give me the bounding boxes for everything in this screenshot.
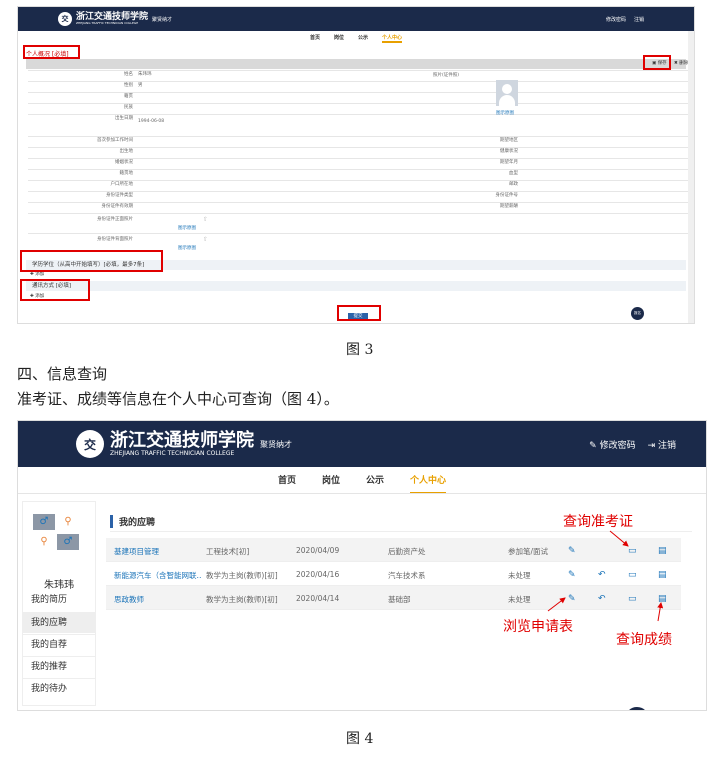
- view-application-icon[interactable]: ✎: [568, 594, 576, 604]
- school-name: 浙江交通技师学院: [110, 429, 254, 451]
- upload-icon[interactable]: ⇧: [203, 236, 208, 243]
- nav-home[interactable]: 首页: [310, 34, 320, 43]
- site-name: 聚贤纳才: [152, 16, 173, 23]
- section-paragraph: 准考证、成绩等信息在个人中心可查询（图 4）。: [17, 390, 339, 408]
- nav-posts[interactable]: 岗位: [322, 473, 340, 494]
- user-name: 朱玮玮: [44, 580, 74, 591]
- figure3-caption: 图 3: [346, 342, 374, 358]
- site-header: 交 浙江交通技师学院 ZHEJIANG TRAFFIC TECHNICIAN C…: [18, 421, 706, 467]
- personal-form: 姓名 朱玮玮 性别男 籍贯 民族 出生日期 1994-06-08 照片(证件照) 图…: [28, 70, 694, 251]
- form-row: 民族: [28, 103, 694, 114]
- section-heading: 四、信息查询: [17, 365, 108, 383]
- score-icon[interactable]: ▤: [658, 594, 667, 604]
- change-password-link[interactable]: 修改密码: [606, 16, 626, 23]
- post-link[interactable]: 思政教师: [114, 594, 144, 605]
- reply-icon[interactable]: ↶: [598, 594, 606, 604]
- school-name-en: ZHEJIANG TRAFFIC TECHNICIAN COLLEGE: [110, 449, 235, 457]
- form-row: 籍贯: [28, 92, 694, 103]
- score-icon[interactable]: ▤: [658, 570, 667, 580]
- table-row: 新能源汽车（含智能网联… 教学为主岗(教师)[初] 2020/04/16 汽车技…: [106, 562, 681, 586]
- scrollbar[interactable]: [688, 31, 694, 323]
- search-icon: ⚲: [57, 514, 79, 530]
- school-logo: 交: [58, 12, 72, 26]
- site-header: 交 浙江交通技师学院 ZHEJIANG TRAFFIC TECHNICIAN C…: [18, 7, 694, 31]
- section-contact-title: 通讯方式 [必填]: [26, 281, 686, 291]
- nav-home[interactable]: 首页: [278, 473, 296, 494]
- highlight-edu: [20, 250, 163, 272]
- highlight-save: [643, 55, 671, 70]
- id-back-view-link[interactable]: 图示原图: [178, 245, 196, 251]
- floating-button[interactable]: [625, 707, 649, 710]
- form-row: 首次参加工作时间 期望地区: [28, 136, 694, 147]
- form-row: 婚姻状况 期望年月: [28, 158, 694, 169]
- view-application-icon[interactable]: ✎: [568, 570, 576, 580]
- sidebar: ♂ ⚲ ⚲ ♂ 朱玮玮 我的简历 我的应聘 我的自荐 我的推荐 我的待办: [22, 501, 96, 706]
- main-nav: 首页 岗位 公示 个人中心: [18, 473, 706, 494]
- highlight-submit: [337, 305, 381, 321]
- sidebar-item-recommend[interactable]: 我的推荐: [23, 656, 95, 677]
- form-row: 姓名 朱玮玮: [28, 70, 694, 81]
- delete-button[interactable]: ✖ 删除: [674, 60, 688, 66]
- signup-badge[interactable]: 报名: [631, 307, 644, 320]
- form-row: 出生地 健康状况: [28, 147, 694, 158]
- upload-icon[interactable]: ⇧: [203, 216, 208, 223]
- form-row: 籍贯地 血型: [28, 169, 694, 180]
- photo-label: 照片(证件照): [433, 73, 460, 78]
- form-row: 出生日期 1994-06-08: [28, 114, 694, 136]
- admission-ticket-icon[interactable]: ▭: [628, 570, 637, 580]
- annotation-application: 浏览申请表: [503, 619, 573, 635]
- avatar: ♂ ⚲ ⚲ ♂: [33, 514, 87, 550]
- photo-placeholder[interactable]: [496, 80, 518, 106]
- nav-personal-center[interactable]: 个人中心: [410, 473, 447, 494]
- form-row: 身份证件正面照片 ⇧ 图示原图: [28, 213, 694, 233]
- section-title: 我的应聘: [110, 515, 155, 528]
- form-row: 身份证件类型 身份证件号: [28, 191, 694, 202]
- reply-icon[interactable]: ↶: [598, 570, 606, 580]
- sidebar-item-todo[interactable]: 我的待办: [23, 678, 95, 699]
- annotation-score: 查询成绩: [616, 632, 672, 648]
- admission-ticket-icon[interactable]: ▭: [628, 594, 637, 604]
- school-name-en: ZHEJIANG TRAFFIC TECHNICIAN COLLEGE: [76, 21, 139, 25]
- main-nav: 首页 岗位 公示 个人中心: [18, 34, 694, 43]
- sidebar-item-self-recommend[interactable]: 我的自荐: [23, 634, 95, 655]
- annotation-admission: 查询准考证: [563, 514, 633, 530]
- school-logo: 交: [76, 430, 104, 458]
- nav-notice[interactable]: 公示: [358, 34, 368, 43]
- male-icon: ♂: [57, 534, 79, 550]
- highlight-contact: [20, 279, 90, 301]
- logout-link[interactable]: ⇥ 注销: [648, 438, 676, 451]
- nav-notice[interactable]: 公示: [366, 473, 384, 494]
- sidebar-item-applications[interactable]: 我的应聘: [23, 612, 95, 633]
- highlight-personal: [23, 45, 80, 59]
- change-password-link[interactable]: ✎ 修改密码: [589, 438, 635, 451]
- nav-posts[interactable]: 岗位: [334, 34, 344, 43]
- form-row: 户口所在地 邮政: [28, 180, 694, 191]
- sidebar-item-resume[interactable]: 我的简历: [23, 590, 95, 611]
- site-name: 聚贤纳才: [260, 439, 292, 449]
- post-link[interactable]: 新能源汽车（含智能网联…: [114, 570, 202, 581]
- figure3-screenshot: 交 浙江交通技师学院 ZHEJIANG TRAFFIC TECHNICIAN C…: [17, 6, 695, 324]
- view-application-icon[interactable]: ✎: [568, 546, 576, 556]
- photo-view-link[interactable]: 图示原图: [496, 110, 514, 116]
- header-actions: 修改密码 注销: [606, 16, 644, 23]
- male-icon: ♂: [33, 514, 55, 530]
- nav-divider: [18, 493, 706, 494]
- table-row: 思政教师 教学为主岗(教师)[初] 2020/04/14 基础部 未处理 ✎ ↶…: [106, 586, 681, 610]
- section-divider: [110, 531, 692, 532]
- nav-personal-center[interactable]: 个人中心: [382, 34, 403, 43]
- id-front-view-link[interactable]: 图示原图: [178, 225, 196, 231]
- form-row: 身份证件有效期 期望薪酬: [28, 202, 694, 213]
- figure4-caption: 图 4: [346, 731, 374, 747]
- toolbar-bar: [26, 59, 686, 69]
- figure4-screenshot: 交 浙江交通技师学院 ZHEJIANG TRAFFIC TECHNICIAN C…: [17, 420, 707, 711]
- table-row: 基建项目管理 工程技术[初] 2020/04/09 后勤资产处 参加笔/面试 ✎…: [106, 538, 681, 562]
- admission-ticket-icon[interactable]: ▭: [628, 546, 637, 556]
- logout-link[interactable]: 注销: [634, 16, 644, 23]
- score-icon[interactable]: ▤: [658, 546, 667, 556]
- header-actions: ✎ 修改密码 ⇥ 注销: [589, 438, 676, 451]
- post-link[interactable]: 基建项目管理: [114, 546, 159, 557]
- form-row: 性别男: [28, 81, 694, 92]
- search-icon: ⚲: [33, 534, 55, 550]
